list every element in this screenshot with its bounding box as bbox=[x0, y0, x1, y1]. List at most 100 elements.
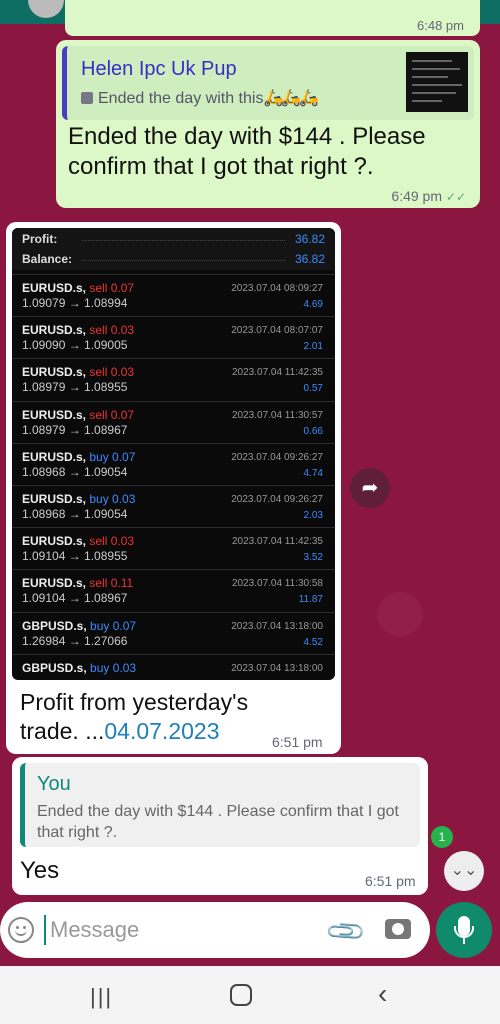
quoted-text: Ended the day with $144 . Please confirm… bbox=[37, 803, 399, 841]
trade-symbol: EURUSD.s, sell 0.11 bbox=[22, 576, 134, 591]
trade-symbol: EURUSD.s, sell 0.07 bbox=[22, 281, 135, 295]
read-ticks-icon: ✓✓ bbox=[445, 190, 466, 204]
trade-row: EURUSD.s, sell 0.11 1.09104 → 1.08967 2023… bbox=[12, 569, 335, 611]
trade-price: 1.09104 → 1.08955 bbox=[22, 549, 128, 564]
quoted-image-thumbnail bbox=[406, 52, 468, 112]
paperclip-icon[interactable]: 📎 bbox=[324, 909, 369, 954]
trade-side: sell 0.03 bbox=[89, 323, 135, 338]
trade-row: GBPUSD.s, buy 0.07 1.26984 → 1.27066 2023.… bbox=[12, 611, 335, 654]
trade-profit: 0.66 bbox=[303, 425, 323, 437]
trade-profit: 0.57 bbox=[303, 383, 323, 395]
trade-side: sell 0.07 bbox=[89, 407, 135, 422]
image-caption: Profit from yesterday's trade. ...04.07.… bbox=[20, 688, 270, 746]
trade-side: buy 0.07 bbox=[90, 618, 137, 633]
trade-side: buy 0.03 bbox=[90, 660, 137, 675]
trade-history-image[interactable]: Profit: 36.82 Balance: 36.82 EURUSD.s, s… bbox=[12, 228, 335, 680]
trade-price: 1.09079 → 1.08994 bbox=[22, 296, 128, 310]
trade-price: 1.09104 → 1.08967 bbox=[22, 591, 128, 606]
trade-date: 2023.07.04 11:30:57 bbox=[231, 409, 323, 421]
trade-profit: 11.87 bbox=[298, 594, 323, 606]
message-text: Ended the day with $144 . Please confirm… bbox=[68, 123, 426, 180]
trade-symbol: EURUSD.s, sell 0.07 bbox=[22, 407, 135, 422]
profit-value: 36.82 bbox=[294, 232, 325, 246]
trade-price: 1.08968 → 1.09054 bbox=[22, 464, 128, 479]
avatar[interactable] bbox=[28, 0, 64, 18]
trade-date: 2023.07.04 08:09:27 bbox=[231, 283, 323, 294]
trade-symbol: EURUSD.s, buy 0.07 bbox=[22, 449, 136, 464]
message-time: 6:48 pm bbox=[417, 18, 464, 33]
trade-side: sell 0.11 bbox=[89, 576, 134, 591]
message-input[interactable] bbox=[44, 915, 314, 945]
trade-profit: 4.74 bbox=[303, 467, 323, 479]
emoji-icon[interactable] bbox=[8, 917, 34, 943]
trade-profit: 2.01 bbox=[303, 341, 323, 353]
trade-price: 1.26984 → 1.27066 bbox=[22, 633, 128, 648]
balance-label: Balance: bbox=[22, 252, 73, 266]
trade-price: 1.08979 → 1.08967 bbox=[22, 422, 128, 437]
trade-profit: 3.52 bbox=[303, 552, 323, 564]
unread-count-badge: 1 bbox=[431, 826, 453, 848]
trade-price: 1.08979 → 1.08955 bbox=[22, 380, 128, 395]
trade-side: buy 0.07 bbox=[89, 449, 136, 464]
trade-date: 2023.07.04 13:18:00 bbox=[231, 620, 323, 632]
trade-row: EURUSD.s, sell 0.07 1.08979 → 1.08967 2023… bbox=[12, 400, 335, 443]
message-text: Yes bbox=[20, 857, 60, 884]
trade-symbol: EURUSD.s, sell 0.03 bbox=[22, 323, 135, 338]
trade-date: 2023.07.04 09:26:27 bbox=[231, 494, 323, 505]
trade-side: sell 0.07 bbox=[89, 281, 135, 295]
balance-value: 36.82 bbox=[294, 252, 325, 266]
trade-date: 2023.07.04 11:30:58 bbox=[231, 578, 323, 590]
trade-side: sell 0.03 bbox=[89, 534, 135, 549]
balance-row: Balance: 36.82 bbox=[12, 248, 335, 270]
profit-label: Profit: bbox=[22, 232, 58, 246]
mic-button[interactable] bbox=[436, 902, 492, 958]
trade-symbol: GBPUSD.s, buy 0.07 bbox=[22, 618, 137, 633]
trade-date: 2023.07.04 13:18:00 bbox=[231, 662, 323, 674]
message-time: 6:51 pm bbox=[272, 734, 323, 750]
trade-side: sell 0.03 bbox=[89, 365, 135, 380]
system-nav-bar: ||| ‹ bbox=[0, 966, 500, 1024]
trade-row: EURUSD.s, sell 0.03 1.08979 → 1.08955 2023… bbox=[12, 358, 335, 400]
trade-date: 2023.07.04 11:42:35 bbox=[231, 536, 323, 548]
trade-symbol: EURUSD.s, sell 0.03 bbox=[22, 365, 135, 380]
scooter-emoji-icon: 🛵🛵🛵 bbox=[263, 90, 319, 107]
trade-date: 2023.07.04 08:07:07 bbox=[231, 325, 323, 337]
profit-row: Profit: 36.82 bbox=[12, 228, 335, 250]
message-time: 6:49 pm ✓✓ bbox=[391, 188, 466, 204]
trade-row: EURUSD.s, buy 0.07 1.08968 → 1.09054 2023.… bbox=[12, 442, 335, 485]
message-bubble-outgoing[interactable]: Helen Ipc Uk Pup Ended the day with this… bbox=[56, 40, 480, 208]
trade-row: EURUSD.s, sell 0.07 1.09079 → 1.08994 2023… bbox=[12, 274, 335, 316]
quoted-message[interactable]: Helen Ipc Uk Pup Ended the day with this… bbox=[62, 46, 474, 120]
trade-date: 2023.07.04 11:42:35 bbox=[231, 367, 323, 379]
recent-apps-icon[interactable]: ||| bbox=[90, 984, 113, 1010]
trade-symbol: GBPUSD.s, buy 0.03 bbox=[22, 660, 137, 675]
camera-icon[interactable] bbox=[385, 919, 411, 939]
message-bubble-outgoing-partial[interactable]: 6:48 pm bbox=[65, 0, 480, 36]
caption-date-link[interactable]: 04.07.2023 bbox=[104, 718, 219, 744]
message-time: 6:51 pm bbox=[365, 873, 416, 889]
quoted-message[interactable]: You Ended the day with $144 . Please con… bbox=[20, 763, 420, 847]
trade-price: 1.08968 → 1.09054 bbox=[22, 507, 128, 521]
back-icon[interactable]: ‹ bbox=[378, 978, 387, 1010]
trade-row: EURUSD.s, sell 0.03 1.09090 → 1.09005 2023… bbox=[12, 316, 335, 358]
quoted-author: Helen Ipc Uk Pup bbox=[81, 58, 237, 80]
trade-date: 2023.07.04 09:26:27 bbox=[231, 451, 323, 463]
trade-row: EURUSD.s, buy 0.03 1.08968 → 1.09054 2023.… bbox=[12, 485, 335, 527]
trade-profit: 4.69 bbox=[303, 299, 323, 310]
trade-profit: 2.03 bbox=[303, 510, 323, 521]
trade-price: 1.09090 → 1.09005 bbox=[22, 338, 128, 353]
forward-icon[interactable]: ➦ bbox=[350, 468, 390, 508]
trade-symbol: EURUSD.s, sell 0.03 bbox=[22, 534, 135, 549]
trade-symbol: EURUSD.s, buy 0.03 bbox=[22, 492, 136, 506]
scroll-down-icon[interactable]: ⌄⌄ bbox=[444, 851, 484, 891]
quoted-text: Ended the day with this🛵🛵🛵 bbox=[81, 88, 319, 108]
photo-icon bbox=[81, 92, 93, 104]
quoted-text-label: Ended the day with this bbox=[98, 90, 264, 107]
trade-row: EURUSD.s, sell 0.03 1.09104 → 1.08955 2023… bbox=[12, 527, 335, 569]
trade-row: GBPUSD.s, buy 0.03 2023.07.04 13:18:00 bbox=[12, 653, 335, 680]
trade-side: buy 0.03 bbox=[89, 492, 136, 506]
home-icon[interactable] bbox=[230, 984, 252, 1006]
message-composer[interactable]: 📎 bbox=[0, 902, 430, 958]
quoted-author: You bbox=[37, 773, 71, 795]
trade-profit: 4.52 bbox=[303, 636, 323, 648]
